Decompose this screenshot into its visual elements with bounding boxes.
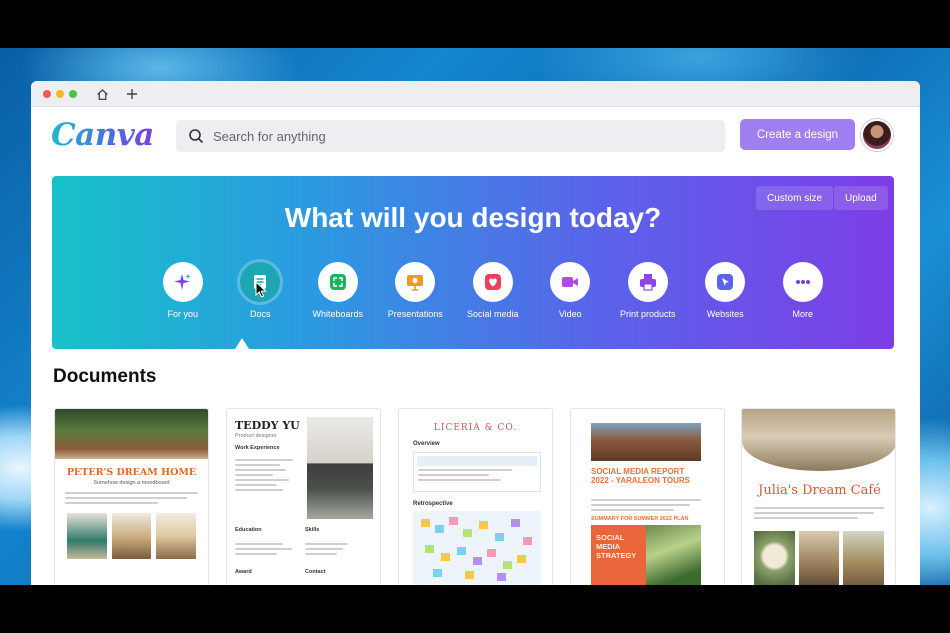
avatar[interactable] (861, 119, 893, 151)
sticky-note-board (413, 511, 541, 585)
section-title: Documents (53, 366, 157, 387)
text-lines (581, 499, 711, 514)
document-title: Julia's Dream Café (758, 483, 881, 498)
strategy-card-title: SOCIAL MEDIA STRATEGY (591, 525, 646, 585)
document-subtitle: SUMMARY FOR SUMMER 2022 PLAN (591, 516, 689, 522)
mouse-pointer-icon (255, 281, 267, 298)
category-presentations[interactable]: Presentations (377, 262, 455, 319)
text-lines (297, 543, 367, 558)
more-icon (782, 262, 823, 302)
category-row: For you Docs Whiteboards Presentations S… (144, 262, 844, 319)
text-lines (754, 507, 884, 522)
section-heading: Education (235, 527, 262, 533)
document-title: LICERIA & CO. (433, 423, 518, 433)
category-label: For you (167, 309, 198, 319)
browser-chrome (31, 81, 920, 107)
category-print-products[interactable]: Print products (609, 262, 687, 319)
text-lines (227, 543, 303, 558)
home-icon[interactable] (93, 85, 111, 103)
whiteboard-icon (317, 262, 358, 302)
text-lines (55, 492, 208, 504)
search-icon (189, 129, 204, 144)
printer-icon (627, 262, 668, 302)
presentation-icon (395, 262, 436, 302)
category-label: Video (558, 309, 582, 319)
document-thumbnail (742, 409, 895, 471)
overview-table (413, 452, 541, 492)
new-tab-icon[interactable] (123, 85, 141, 103)
category-whiteboards[interactable]: Whiteboards (299, 262, 377, 319)
hero-banner: Custom size Upload What will you design … (52, 176, 894, 349)
sparkle-icon (162, 262, 203, 302)
strategy-card: SOCIAL MEDIA STRATEGY (591, 525, 701, 585)
category-video[interactable]: Video (532, 262, 610, 319)
search-input[interactable]: Search for anything (176, 120, 725, 152)
category-label: Docs (249, 309, 271, 319)
category-label: Social media (466, 309, 519, 319)
canva-logo[interactable]: Canva (51, 117, 154, 153)
document-card[interactable]: Julia's Dream Café (741, 408, 896, 585)
section-heading: Retrospective (413, 501, 453, 507)
selected-category-indicator (235, 338, 249, 349)
document-card[interactable]: PETER'S DREAM HOME Somehow design a mood… (54, 408, 209, 585)
section-heading: Overview (413, 441, 440, 447)
browser-window: Canva Search for anything Create a desig… (31, 81, 920, 585)
document-thumbnail (55, 409, 208, 459)
photo-strip (754, 531, 885, 585)
document-card[interactable]: SOCIAL MEDIA REPORT 2022 - YARALEON TOUR… (570, 408, 725, 585)
document-subtitle: Product designer (235, 433, 277, 439)
category-label: Presentations (387, 309, 443, 319)
text-lines (227, 459, 307, 494)
documents-grid: PETER'S DREAM HOME Somehow design a mood… (54, 408, 896, 585)
category-label: Websites (706, 309, 744, 319)
document-title: TEDDY YU (235, 419, 300, 432)
strategy-card-image (646, 525, 701, 585)
heart-icon (472, 262, 513, 302)
close-window-button[interactable] (43, 90, 51, 98)
document-title: PETER'S DREAM HOME (66, 467, 197, 478)
letterbox-bottom (0, 585, 950, 633)
category-social-media[interactable]: Social media (454, 262, 532, 319)
document-title: SOCIAL MEDIA REPORT 2022 - YARALEON TOUR… (591, 467, 690, 486)
category-more[interactable]: More (764, 262, 842, 319)
document-thumbnail (591, 423, 701, 461)
section-heading: Work Experience (235, 445, 280, 451)
search-placeholder: Search for anything (213, 128, 326, 144)
document-subtitle: Somehow design a moodboard (93, 480, 170, 486)
category-label: More (792, 309, 813, 319)
section-heading: Award (235, 569, 252, 575)
profile-photo (307, 417, 373, 519)
hero-title: What will you design today? (284, 202, 662, 233)
minimize-window-button[interactable] (56, 90, 64, 98)
app-header: Canva Search for anything Create a desig… (31, 107, 920, 165)
section-heading: Skills (305, 527, 320, 533)
maximize-window-button[interactable] (69, 90, 77, 98)
category-for-you[interactable]: For you (144, 262, 222, 319)
document-card[interactable]: LICERIA & CO. Overview Retrospective (398, 408, 553, 585)
category-label: Whiteboards (312, 309, 364, 319)
letterbox-top (0, 0, 950, 48)
document-card[interactable]: TEDDY YU Product designer Work Experienc… (226, 408, 381, 585)
category-websites[interactable]: Websites (687, 262, 765, 319)
create-design-button[interactable]: Create a design (740, 119, 855, 150)
category-label: Print products (619, 309, 676, 319)
cursor-icon (705, 262, 746, 302)
section-heading: Contact (305, 569, 326, 575)
photo-strip (55, 507, 208, 559)
video-icon (550, 262, 591, 302)
